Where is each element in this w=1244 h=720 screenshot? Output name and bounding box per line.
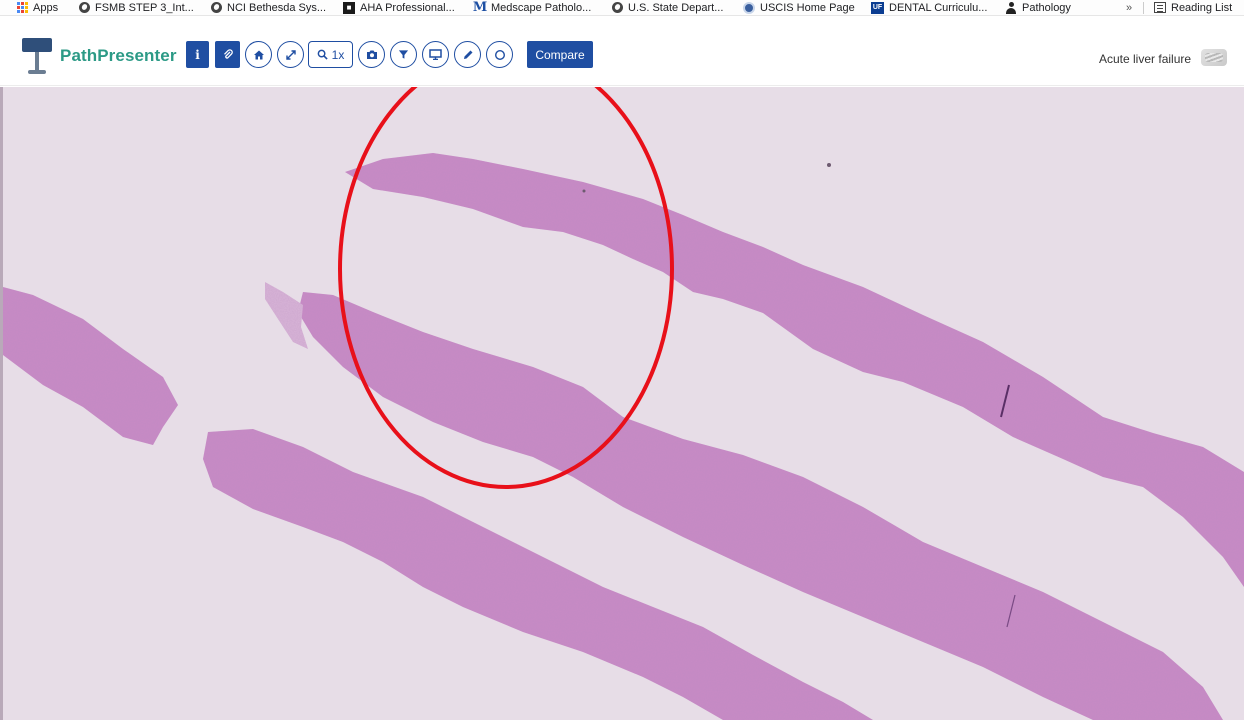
- bookmark-label: Medscape Patholo...: [491, 1, 592, 14]
- bookmark-label: U.S. State Depart...: [628, 1, 724, 14]
- bookmark-medscape[interactable]: M Medscape Patholo...: [472, 0, 592, 15]
- bookmark-label: Apps: [33, 1, 59, 14]
- aha-icon: ■: [343, 1, 355, 14]
- bookmark-label: NCI Bethesda Sys...: [227, 1, 327, 14]
- bookmark-label: FSMB STEP 3_Int...: [95, 1, 194, 14]
- info-button[interactable]: i: [186, 41, 209, 68]
- tissue-fragment: [265, 282, 308, 349]
- slide-viewer[interactable]: [0, 87, 1244, 720]
- uf-icon: UF: [871, 1, 884, 14]
- bookmark-aha[interactable]: ■ AHA Professional...: [343, 0, 455, 15]
- annotate-button[interactable]: [454, 41, 481, 68]
- zoom-level: 1x: [331, 47, 345, 62]
- circle-annotation-icon: [494, 49, 505, 60]
- pathpresenter-logo[interactable]: PathPresenter: [20, 36, 177, 76]
- bookmarks-divider: [1143, 2, 1144, 14]
- reading-list-button[interactable]: Reading List: [1154, 0, 1232, 15]
- reading-list-icon: [1154, 2, 1166, 13]
- uscis-seal-icon: [743, 1, 755, 14]
- bookmarks-bar: Apps FSMB STEP 3_Int... NCI Bethesda Sys…: [0, 0, 1244, 16]
- home-button[interactable]: [245, 41, 272, 68]
- zoom-button[interactable]: 1x: [308, 41, 353, 68]
- apps-grid-icon: [16, 2, 28, 14]
- bookmarks-overflow-button[interactable]: »: [1126, 0, 1132, 15]
- brand-name: PathPresenter: [60, 46, 177, 65]
- bookmark-nci-bethesda[interactable]: NCI Bethesda Sys...: [210, 0, 326, 15]
- attachment-icon: [223, 48, 233, 59]
- compare-button[interactable]: Compare: [527, 41, 593, 68]
- case-title: Acute liver failure: [1099, 52, 1192, 66]
- present-button[interactable]: [422, 41, 449, 68]
- slide-canvas: [3, 87, 1244, 720]
- bookmark-label: USCIS Home Page: [760, 1, 855, 14]
- shape-annotation-button[interactable]: [486, 41, 513, 68]
- camera-icon: [366, 50, 377, 59]
- app-toolbar: PathPresenter i 1x Compare Acute liver f…: [0, 24, 1244, 86]
- bookmark-label: Pathology: [1022, 1, 1071, 14]
- bookmark-label: AHA Professional...: [360, 1, 455, 14]
- debris-dot: [582, 189, 586, 193]
- bookmark-dental[interactable]: UF DENTAL Curriculu...: [871, 0, 987, 15]
- bookmark-state-dept[interactable]: U.S. State Depart...: [611, 0, 723, 15]
- globe-icon: [611, 2, 623, 14]
- bookmark-apps[interactable]: Apps: [16, 0, 58, 15]
- snapshot-button[interactable]: [358, 41, 385, 68]
- filter-icon: [398, 50, 409, 59]
- tissue-core: [3, 287, 178, 445]
- debris-dot: [827, 163, 831, 167]
- info-icon: i: [195, 47, 200, 62]
- bookmark-pathology[interactable]: Pathology: [1005, 0, 1071, 15]
- globe-icon: [78, 2, 90, 14]
- reading-list-label: Reading List: [1171, 1, 1233, 14]
- slide-thumbnail[interactable]: [1201, 49, 1227, 66]
- bookmark-uscis[interactable]: USCIS Home Page: [743, 0, 855, 15]
- attachment-button[interactable]: [215, 41, 240, 68]
- bookmark-label: DENTAL Curriculu...: [889, 1, 988, 14]
- logo-microscope-icon: [20, 36, 54, 76]
- globe-icon: [210, 2, 222, 14]
- fullscreen-button[interactable]: [277, 41, 304, 68]
- filter-button[interactable]: [390, 41, 417, 68]
- fullscreen-icon: [285, 49, 296, 60]
- home-icon: [253, 50, 264, 59]
- bookmark-fsmb[interactable]: FSMB STEP 3_Int...: [78, 0, 194, 15]
- monitor-icon: [429, 49, 442, 60]
- medscape-icon: M: [472, 0, 488, 15]
- zoom-icon: [317, 49, 328, 60]
- person-icon: [1005, 1, 1017, 14]
- pen-icon: [463, 50, 472, 59]
